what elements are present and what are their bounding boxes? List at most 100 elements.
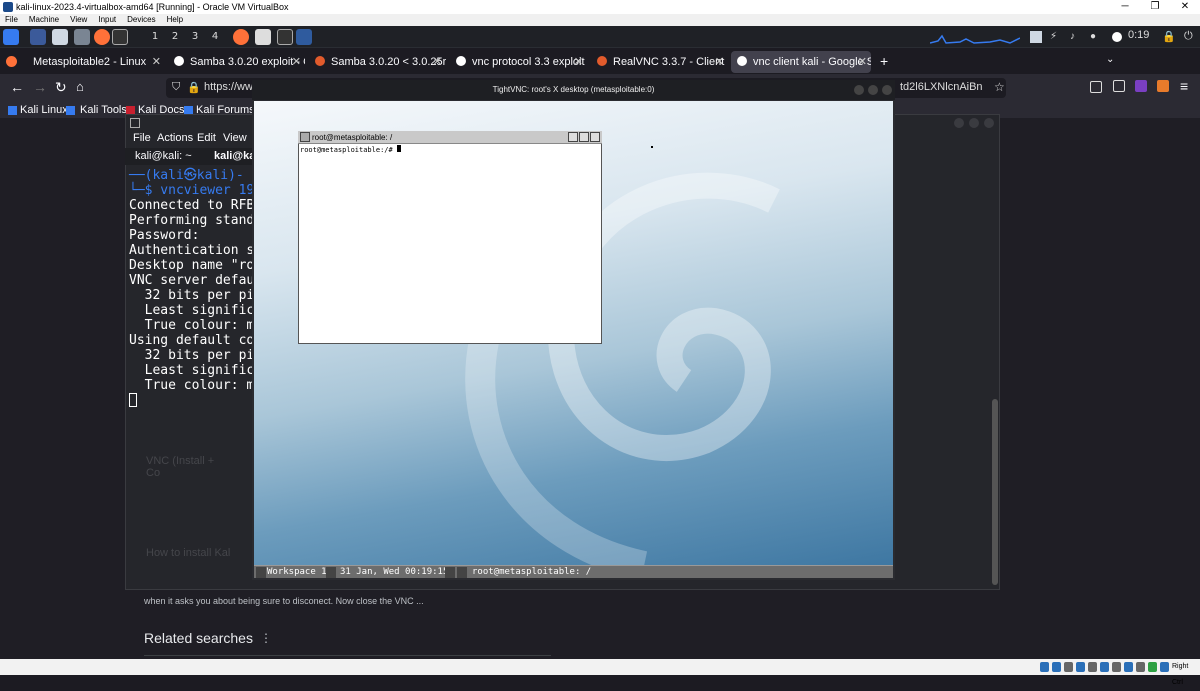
pocket-icon[interactable] xyxy=(1090,81,1102,93)
app-menu-icon[interactable]: ≡ xyxy=(1180,78,1188,94)
url-text-tail[interactable]: td2l6LXNlcnAiBnZuY xyxy=(900,81,982,93)
prompt-user: ──(kali㉿kali)- xyxy=(129,168,244,183)
menu-machine[interactable]: Machine xyxy=(29,15,59,24)
window-button[interactable] xyxy=(984,118,994,128)
xterm-maximize-icon[interactable] xyxy=(579,132,589,142)
result-snippet: when it asks you about being sure to dis… xyxy=(144,596,424,606)
tab-metasploitable[interactable]: Metasploitable2 - Linux ✕ xyxy=(25,51,165,73)
firefox-icon[interactable] xyxy=(94,29,110,45)
vnc-minimize-icon[interactable] xyxy=(854,85,864,95)
network-icon[interactable]: ⚡ xyxy=(1050,31,1062,43)
bookmark-kali-linux[interactable]: Kali Linux xyxy=(20,102,68,118)
output-line: Password: xyxy=(129,228,200,243)
power-icon[interactable]: ⏻ xyxy=(1184,30,1193,43)
download-icon[interactable] xyxy=(1113,80,1125,92)
arrow-right-icon[interactable] xyxy=(326,567,336,578)
remote-clock: 31 Jan, Wed 00:19:15 xyxy=(340,567,449,577)
output-line: Least significa xyxy=(129,363,263,378)
vnc-window-icon[interactable] xyxy=(296,29,312,45)
vnc-close-icon[interactable] xyxy=(882,85,892,95)
url-text[interactable]: https://ww xyxy=(204,81,253,93)
term-menu-file[interactable]: File xyxy=(133,130,151,146)
virtualbox-icon xyxy=(3,2,13,12)
term-menu-edit[interactable]: Edit xyxy=(197,130,216,146)
back-icon[interactable]: ← xyxy=(10,79,24,95)
close-tab-icon[interactable]: ✕ xyxy=(858,51,867,73)
close-tab-icon[interactable]: ✕ xyxy=(433,51,442,73)
term-menu-view[interactable]: View xyxy=(223,130,247,146)
vnc-title: TightVNC: root's X desktop (metasploitab… xyxy=(492,85,655,94)
clipboard-icon[interactable] xyxy=(1030,31,1042,43)
more-options-icon[interactable]: ⋮ xyxy=(260,631,272,645)
firefox-window-icon[interactable] xyxy=(233,29,249,45)
close-icon[interactable]: ✕ xyxy=(1170,0,1200,14)
workspace-4[interactable]: 4 xyxy=(207,29,223,45)
status-icon xyxy=(1148,662,1157,672)
document-window-icon[interactable] xyxy=(255,29,271,45)
output-line: 32 bits per pix xyxy=(129,348,263,363)
xterm-menu-icon[interactable] xyxy=(300,132,310,142)
kali-menu-icon[interactable] xyxy=(3,29,19,45)
tab-vnc-client-kali[interactable]: vnc client kali - Google Se ✕ xyxy=(731,51,871,73)
forward-icon[interactable]: → xyxy=(33,79,47,95)
new-tab-button[interactable]: + xyxy=(880,53,888,69)
firefox-view-icon[interactable] xyxy=(6,56,17,67)
window-button[interactable] xyxy=(969,118,979,128)
menu-file[interactable]: File xyxy=(5,15,18,24)
menu-view[interactable]: View xyxy=(70,15,87,24)
tab-samba-exploit[interactable]: Samba 3.0.20 < 3.0.25rc3 ✕ xyxy=(309,51,446,73)
terminal-tab-1[interactable]: kali@kali: ~ xyxy=(135,148,192,165)
term-menu-actions[interactable]: Actions xyxy=(157,130,193,146)
xterm-minimize-icon[interactable] xyxy=(568,132,578,142)
workspace-2[interactable]: 2 xyxy=(167,29,183,45)
extension2-icon[interactable] xyxy=(1157,80,1169,92)
list-tabs-icon[interactable]: ⌄ xyxy=(1106,54,1114,65)
shield-icon[interactable]: ⛉ xyxy=(172,81,180,94)
tab-realvnc[interactable]: RealVNC 3.3.7 - Client Bu✕ xyxy=(591,51,728,73)
close-tab-icon[interactable]: ✕ xyxy=(574,51,583,73)
extension-icon[interactable] xyxy=(1135,80,1147,92)
home-icon[interactable]: ⌂ xyxy=(76,79,84,94)
desktop-icon[interactable] xyxy=(30,29,46,45)
workspace-3[interactable]: 3 xyxy=(187,29,203,45)
arrow-right-icon-2[interactable] xyxy=(457,567,467,578)
xterm-window[interactable] xyxy=(298,131,602,344)
close-tab-icon[interactable]: ✕ xyxy=(292,51,301,73)
status-icon xyxy=(1124,662,1133,672)
output-line: Authentication su xyxy=(129,243,263,258)
kali-tools-icon xyxy=(66,106,75,115)
menu-help[interactable]: Help xyxy=(167,15,183,24)
status-icon xyxy=(1136,662,1145,672)
workspace-1[interactable]: 1 xyxy=(147,29,163,45)
xterm-close-icon[interactable] xyxy=(590,132,600,142)
notifications-icon[interactable]: ● xyxy=(1090,31,1102,43)
reload-icon[interactable]: ↻ xyxy=(55,79,67,96)
lock-icon[interactable]: 🔒 xyxy=(1162,30,1176,43)
bookmark-star-icon[interactable]: ☆ xyxy=(994,80,1005,94)
remote-task-button[interactable]: root@metasploitable: / xyxy=(472,566,591,579)
file-manager-icon[interactable] xyxy=(52,29,68,45)
bookmark-kali-tools[interactable]: Kali Tools xyxy=(80,102,127,118)
close-tab-icon[interactable]: ✕ xyxy=(715,51,724,73)
virtualbox-titlebar: kali-linux-2023.4-virtualbox-amd64 [Runn… xyxy=(0,0,1200,14)
menu-input[interactable]: Input xyxy=(98,15,116,24)
window-button[interactable] xyxy=(954,118,964,128)
text-editor-icon[interactable] xyxy=(74,29,90,45)
tab-samba-search[interactable]: Samba 3.0.20 exploit - Go✕ xyxy=(168,51,305,73)
terminal-icon[interactable] xyxy=(112,29,128,45)
status-icon xyxy=(1112,662,1121,672)
virtualbox-menubar: File Machine View Input Devices Help xyxy=(0,14,1200,26)
tab-vnc-protocol[interactable]: vnc protocol 3.3 exploit - ✕ xyxy=(450,51,587,73)
arrow-left-icon-2[interactable] xyxy=(445,567,455,578)
volume-icon[interactable]: ♪ xyxy=(1070,31,1082,43)
xterm-cursor xyxy=(396,145,401,152)
minimize-icon[interactable]: ─ xyxy=(1110,0,1140,14)
terminal-tab-2[interactable]: kali@kal xyxy=(214,148,252,165)
restore-icon[interactable]: ❐ xyxy=(1140,0,1170,14)
arrow-left-icon[interactable] xyxy=(256,567,266,578)
vnc-maximize-icon[interactable] xyxy=(868,85,878,95)
menu-devices[interactable]: Devices xyxy=(127,15,155,24)
terminal-window-icon[interactable] xyxy=(277,29,293,45)
scrollbar[interactable] xyxy=(992,399,998,585)
close-tab-icon[interactable]: ✕ xyxy=(152,51,161,73)
